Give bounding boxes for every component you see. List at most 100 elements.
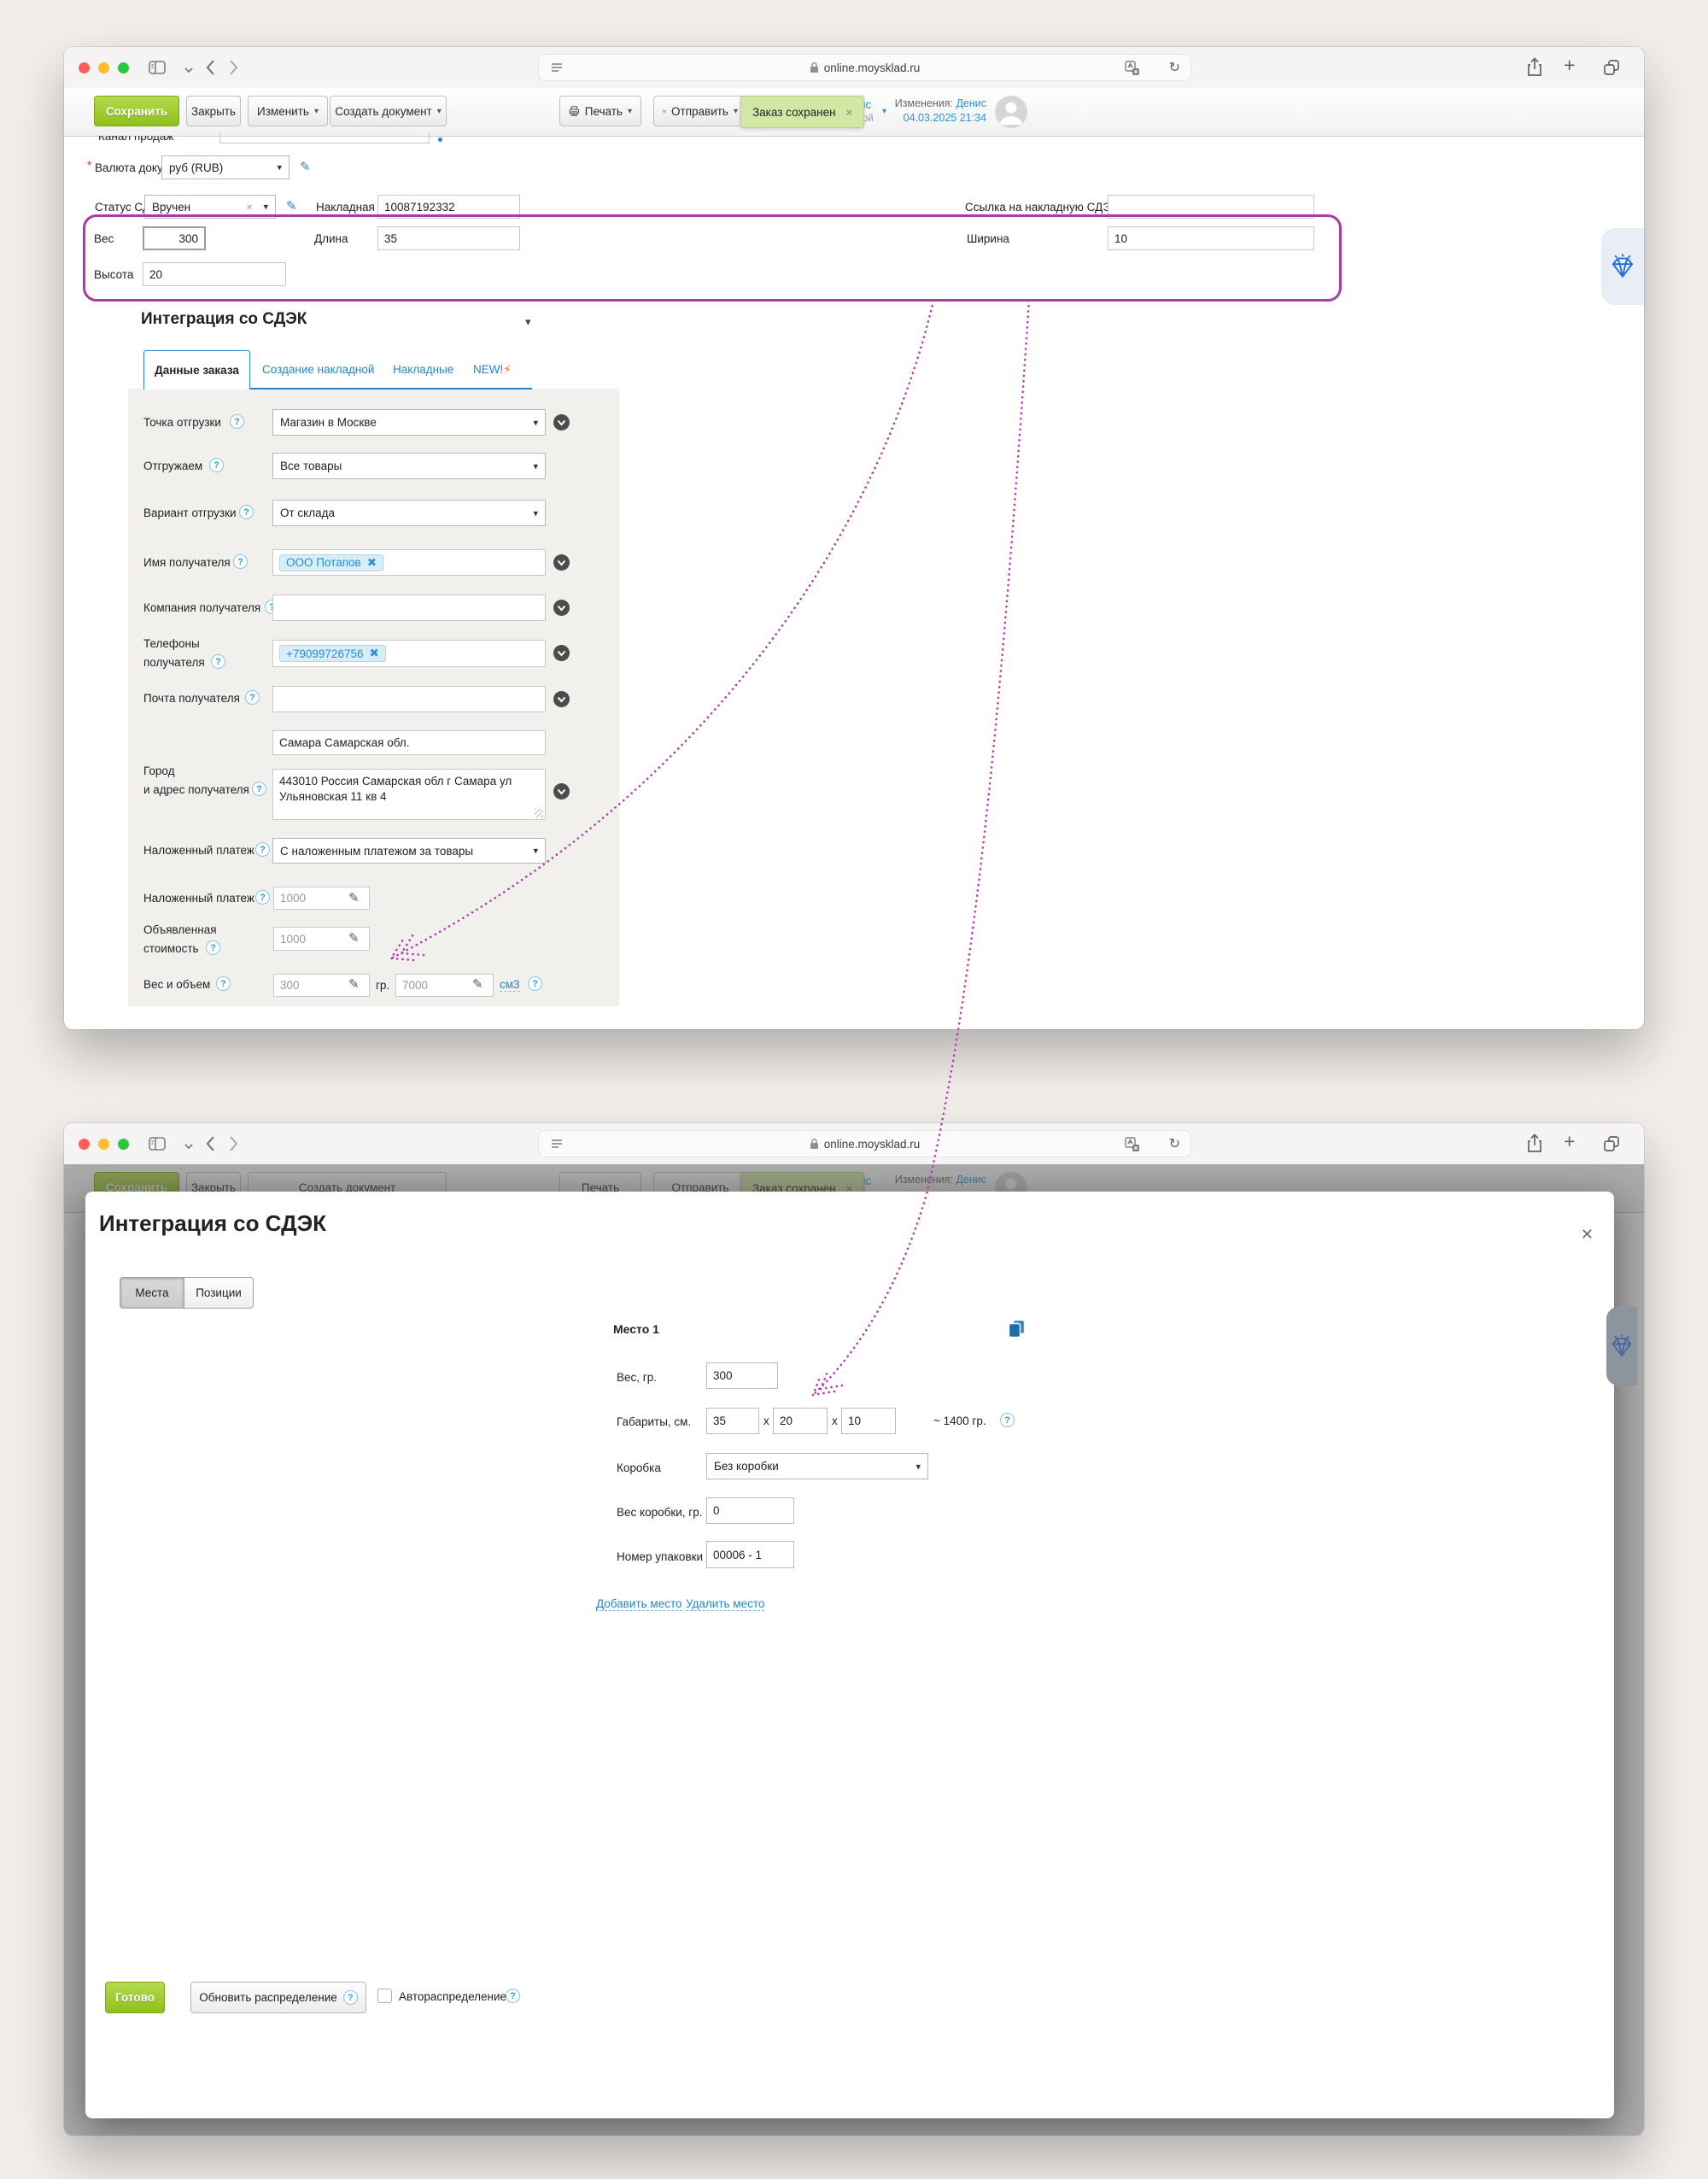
package-number-input[interactable] <box>706 1541 794 1568</box>
resize-handle[interactable] <box>535 809 543 817</box>
height-input[interactable] <box>143 262 286 286</box>
feature-widget[interactable] <box>1601 228 1644 305</box>
waybill-link-input[interactable] <box>1108 195 1314 219</box>
toast-close-icon[interactable]: × <box>846 106 853 119</box>
help-icon[interactable]: ? <box>528 976 542 991</box>
chevron-down-icon[interactable] <box>184 1139 194 1155</box>
zoom-window-button[interactable] <box>118 1139 129 1150</box>
close-window-button[interactable] <box>79 1139 90 1150</box>
refresh-distribution-button[interactable]: Обновить распределение ? <box>190 1982 366 2013</box>
waybill-input[interactable] <box>377 195 520 219</box>
help-icon[interactable]: ? <box>245 690 260 705</box>
recipient-name-input[interactable]: ООО Потапов ✖ <box>272 549 546 576</box>
reload-icon[interactable]: ↻ <box>1169 59 1180 76</box>
tab-new[interactable]: NEW!⚡ <box>473 363 512 377</box>
save-button[interactable]: Сохранить <box>94 96 179 126</box>
translate-icon[interactable] <box>1124 60 1141 81</box>
avatar[interactable] <box>995 96 1027 128</box>
ship-what-select[interactable]: Все товары ▾ <box>272 453 546 479</box>
address-bar[interactable]: online.moysklad.ru ↻ <box>538 1130 1191 1157</box>
address-bar[interactable]: online.moysklad.ru ↻ <box>538 54 1191 81</box>
minimize-window-button[interactable] <box>98 1139 109 1150</box>
place-weight-input[interactable] <box>706 1362 778 1389</box>
auto-distribution-checkbox[interactable] <box>377 1989 392 2003</box>
expand-circle-icon[interactable] <box>553 600 570 616</box>
expand-circle-icon[interactable] <box>553 645 570 661</box>
new-tab-icon[interactable]: + <box>1564 54 1575 77</box>
help-icon[interactable]: ? <box>233 554 248 569</box>
create-document-button[interactable]: Создать документ ▾ <box>330 96 447 126</box>
delete-place-link[interactable]: Удалить место <box>686 1597 764 1611</box>
close-window-button[interactable] <box>79 62 90 73</box>
shipping-point-select[interactable]: Магазин в Москве ▾ <box>272 409 546 436</box>
tab-overview-icon[interactable] <box>1602 58 1621 81</box>
print-button[interactable]: Печать ▾ <box>559 96 641 126</box>
sidebar-icon[interactable] <box>148 58 167 81</box>
done-button[interactable]: Готово <box>105 1982 165 2013</box>
share-icon[interactable] <box>1526 1133 1543 1158</box>
expand-circle-icon[interactable] <box>553 783 570 800</box>
help-icon[interactable]: ? <box>255 842 270 857</box>
sidebar-icon[interactable] <box>148 1134 167 1157</box>
expand-circle-icon[interactable] <box>553 554 570 571</box>
expand-circle-icon[interactable] <box>553 691 570 707</box>
help-icon[interactable]: ? <box>255 890 270 905</box>
collapse-section-icon[interactable]: ▾ <box>525 315 531 329</box>
cdek-status-select[interactable]: Вручен × ▾ <box>144 195 276 219</box>
dim-length-input[interactable] <box>706 1408 759 1434</box>
remove-tag-icon[interactable]: ✖ <box>367 556 377 570</box>
recipient-company-input[interactable] <box>272 595 546 621</box>
edit-cod-amount-icon[interactable]: ✎ <box>348 890 360 905</box>
ship-variant-select[interactable]: От склада ▾ <box>272 500 546 526</box>
modal-close-icon[interactable]: ✕ <box>1581 1226 1594 1244</box>
back-icon[interactable] <box>205 59 215 80</box>
changes-user-link[interactable]: Денис <box>956 97 986 109</box>
changes-date-link[interactable]: 04.03.2025 21:34 <box>904 112 986 124</box>
close-order-button[interactable]: Закрыть <box>186 96 241 126</box>
tab-overview-icon[interactable] <box>1602 1134 1621 1157</box>
tab-waybills[interactable]: Накладные <box>393 363 453 376</box>
dim-height-input[interactable] <box>841 1408 896 1434</box>
currency-select[interactable]: руб (RUB) ▾ <box>161 155 290 179</box>
help-icon[interactable]: ? <box>216 976 231 991</box>
copy-place-icon[interactable] <box>1008 1319 1026 1343</box>
back-icon[interactable] <box>205 1135 215 1157</box>
box-select[interactable]: Без коробки ▾ <box>706 1453 928 1479</box>
help-icon[interactable]: ? <box>211 654 225 669</box>
recipient-address-textarea[interactable] <box>272 769 546 820</box>
help-icon[interactable]: ? <box>1000 1413 1015 1427</box>
add-place-link[interactable]: Добавить место <box>596 1597 682 1611</box>
edit-wv-weight-icon[interactable]: ✎ <box>348 976 360 992</box>
new-tab-icon[interactable]: + <box>1564 1130 1575 1153</box>
help-icon[interactable]: ? <box>230 414 244 429</box>
tab-places[interactable]: Места <box>120 1277 184 1309</box>
dim-width-input[interactable] <box>773 1408 828 1434</box>
share-icon[interactable] <box>1526 57 1543 82</box>
cod-select[interactable]: С наложенным платежом за товары ▾ <box>272 838 546 864</box>
translate-icon[interactable] <box>1124 1136 1141 1157</box>
edit-status-icon[interactable]: ✎ <box>286 198 297 214</box>
volume-unit-link[interactable]: см3 <box>500 978 520 992</box>
edit-button[interactable]: Изменить ▾ <box>248 96 328 126</box>
chevron-down-icon[interactable] <box>184 63 194 79</box>
help-icon[interactable]: ? <box>209 458 224 472</box>
forward-icon[interactable] <box>229 1135 239 1157</box>
expand-circle-icon[interactable] <box>553 414 570 431</box>
help-icon[interactable]: ? <box>506 1989 520 2003</box>
recipient-email-input[interactable] <box>272 686 546 712</box>
weight-input[interactable] <box>143 226 206 250</box>
recipient-phones-input[interactable]: +79099726756 ✖ <box>272 640 546 667</box>
send-button[interactable]: Отправить ▾ <box>653 96 747 126</box>
edit-currency-icon[interactable]: ✎ <box>300 159 311 174</box>
zoom-window-button[interactable] <box>118 62 129 73</box>
recipient-city-input[interactable] <box>272 730 546 755</box>
width-input[interactable] <box>1108 226 1314 250</box>
tab-order-data[interactable]: Данные заказа <box>143 350 250 390</box>
help-icon[interactable]: ? <box>239 505 254 519</box>
tab-positions[interactable]: Позиции <box>184 1277 254 1309</box>
minimize-window-button[interactable] <box>98 62 109 73</box>
edit-declared-value-icon[interactable]: ✎ <box>348 930 360 946</box>
length-input[interactable] <box>377 226 520 250</box>
help-icon[interactable]: ? <box>252 782 266 796</box>
box-weight-input[interactable] <box>706 1497 794 1524</box>
